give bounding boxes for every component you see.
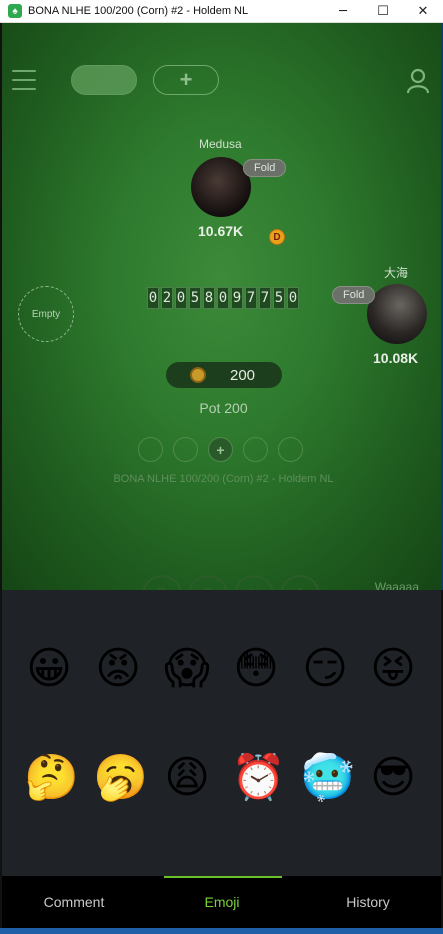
cold-emoji-icon[interactable]: 🥶 xyxy=(300,753,355,803)
smirk-emoji-icon[interactable]: 😏 xyxy=(300,644,350,694)
chip-icon xyxy=(190,367,206,383)
hand-digit: 0 xyxy=(287,287,299,309)
hamburger-menu-icon[interactable] xyxy=(12,70,36,97)
logo-letter: O xyxy=(188,575,228,590)
player-stack-dahai: 10.08K xyxy=(373,350,419,366)
tongue-out-emoji-icon[interactable]: 😝 xyxy=(368,644,418,694)
hand-digit: 7 xyxy=(259,287,271,309)
blushing-emoji-icon[interactable]: 😳 xyxy=(231,644,281,694)
hand-number-display: 0 2 0 5 8 0 9 7 7 5 0 xyxy=(147,287,299,309)
clock-emoji-icon[interactable]: ⏰ xyxy=(231,753,286,803)
seat-indicator xyxy=(138,437,163,462)
bottom-tab-bar: Comment Emoji History xyxy=(2,876,441,928)
tab-comment[interactable]: Comment xyxy=(14,876,134,928)
hand-digit: 2 xyxy=(161,287,173,309)
hand-digit: 5 xyxy=(273,287,285,309)
sunglasses-emoji-icon[interactable]: 😎 xyxy=(368,753,418,803)
player-stack-medusa: 10.67K xyxy=(198,223,244,239)
chat-preview: Waaaaa xyxy=(374,580,419,590)
hand-digit: 5 xyxy=(189,287,201,309)
tired-emoji-icon[interactable]: 😩 xyxy=(162,753,212,803)
add-table-button[interactable]: + xyxy=(153,65,219,95)
fold-badge: Fold xyxy=(332,286,376,304)
emoji-panel: 😀 😡 😱 😳 😏 😝 🤔 🥱 😩 ⏰ 🥶 😎 xyxy=(2,590,441,876)
pot-display: 200 xyxy=(166,362,282,388)
table-name-label: BONA NLHE 100/200 (Corn) #2 - Holdem NL xyxy=(113,473,334,485)
action-pill-button[interactable] xyxy=(71,65,137,95)
user-profile-icon[interactable] xyxy=(405,67,431,95)
empty-seat-button[interactable]: Empty xyxy=(18,286,74,342)
poker-table: + Medusa Fold 10.67K D 大海 Fold 10.08K Em… xyxy=(2,23,441,590)
hand-digit: 0 xyxy=(217,287,229,309)
dealer-button-icon: D xyxy=(269,229,285,245)
seat-indicator xyxy=(278,437,303,462)
logo-letter: B xyxy=(142,575,182,590)
table-logo: B O N A xyxy=(142,575,320,590)
scared-emoji-icon[interactable]: 😱 xyxy=(162,644,212,694)
logo-letter: A xyxy=(280,575,320,590)
minimize-button[interactable]: ─ xyxy=(323,0,363,22)
grinning-emoji-icon[interactable]: 😀 xyxy=(24,644,74,694)
hand-digit: 9 xyxy=(231,287,243,309)
hand-digit: 0 xyxy=(175,287,187,309)
angry-emoji-icon[interactable]: 😡 xyxy=(93,644,143,694)
hand-digit: 7 xyxy=(245,287,257,309)
player-avatar-dahai[interactable] xyxy=(367,284,427,344)
seat-indicator xyxy=(173,437,198,462)
yawning-emoji-icon[interactable]: 🥱 xyxy=(93,753,148,803)
hand-digit: 0 xyxy=(147,287,159,309)
player-avatar-medusa[interactable] xyxy=(191,157,251,217)
add-seat-icon[interactable]: + xyxy=(208,437,233,462)
hand-digit: 8 xyxy=(203,287,215,309)
taskbar xyxy=(0,928,443,934)
window-titlebar: ♠ BONA NLHE 100/200 (Corn) #2 - Holdem N… xyxy=(0,0,443,23)
pot-amount: 200 xyxy=(230,366,256,384)
logo-letter: N xyxy=(234,575,274,590)
player-name-dahai: 大海 xyxy=(384,266,409,280)
tab-emoji[interactable]: Emoji xyxy=(162,876,282,928)
app-logo-icon: ♠ xyxy=(8,4,22,18)
player-name-medusa: Medusa xyxy=(199,137,242,151)
pot-label: Pot 200 xyxy=(199,400,248,416)
seat-indicator xyxy=(243,437,268,462)
fold-badge: Fold xyxy=(243,159,287,177)
close-button[interactable]: ✕ xyxy=(403,0,443,22)
tab-history[interactable]: History xyxy=(308,876,428,928)
thinking-emoji-icon[interactable]: 🤔 xyxy=(24,753,79,803)
maximize-button[interactable]: ☐ xyxy=(363,0,403,22)
seat-indicators: + xyxy=(138,437,303,462)
window-title: BONA NLHE 100/200 (Corn) #2 - Holdem NL xyxy=(28,5,249,17)
